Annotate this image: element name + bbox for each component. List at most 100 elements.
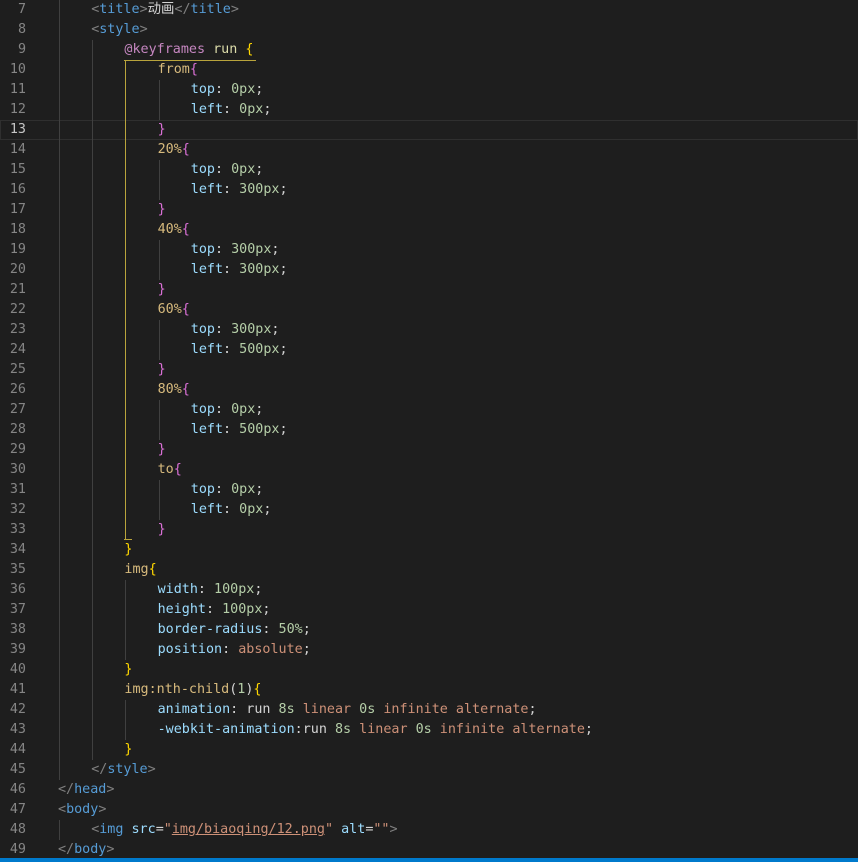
code-line[interactable]: 48 <img src="img/biaoqing/12.png" alt=""> (0, 820, 858, 840)
line-number[interactable]: 7 (0, 0, 26, 20)
code-line[interactable]: 16 left: 300px; (0, 180, 858, 200)
code-line[interactable]: 14 20%{ (0, 140, 858, 160)
code-line[interactable]: 8 <style> (0, 20, 858, 40)
code-line[interactable]: 9 @keyframes run { (0, 40, 858, 60)
line-number[interactable]: 16 (0, 180, 26, 200)
line-number[interactable]: 32 (0, 500, 26, 520)
line-number[interactable]: 49 (0, 840, 26, 858)
code-line[interactable]: 35 img{ (0, 560, 858, 580)
code-text: border-radius: 50%; (158, 620, 311, 640)
code-line[interactable]: 37 height: 100px; (0, 600, 858, 620)
code-line[interactable]: 26 80%{ (0, 380, 858, 400)
code-line[interactable]: 43 -webkit-animation:run 8s linear 0s inf… (0, 720, 858, 740)
code-line[interactable]: 22 60%{ (0, 300, 858, 320)
line-number[interactable]: 41 (0, 680, 26, 700)
code-editor[interactable]: 7 <title>动画</title> 8 <style> 9 @keyframes ru… (0, 0, 858, 858)
line-number[interactable]: 46 (0, 780, 26, 800)
code-line[interactable]: 17} (0, 200, 858, 220)
code-line[interactable]: 40} (0, 660, 858, 680)
code-line[interactable]: 49 </body> (0, 840, 858, 858)
code-token: img (99, 822, 124, 837)
code-line[interactable]: 28 left: 500px; (0, 420, 858, 440)
code-token: title (190, 2, 231, 17)
line-number[interactable]: 47 (0, 800, 26, 820)
line-number[interactable]: 48 (0, 820, 26, 840)
line-number[interactable]: 22 (0, 300, 26, 320)
code-line[interactable]: 47 <body> (0, 800, 858, 820)
code-line[interactable]: 7 <title>动画</title> (0, 0, 858, 20)
code-token: } (124, 542, 133, 557)
line-number[interactable]: 23 (0, 320, 26, 340)
line-number[interactable]: 18 (0, 220, 26, 240)
code-line[interactable]: 13} (0, 120, 858, 140)
line-number[interactable]: 33 (0, 520, 26, 540)
line-number[interactable]: 44 (0, 740, 26, 760)
line-number[interactable]: 38 (0, 620, 26, 640)
code-line[interactable]: 36 width: 100px; (0, 580, 858, 600)
line-number[interactable]: 13 (0, 120, 26, 140)
line-number[interactable]: 36 (0, 580, 26, 600)
code-line[interactable]: 21} (0, 280, 858, 300)
code-text: left: 500px; (191, 420, 288, 440)
code-line[interactable]: 42 animation: run 8s linear 0s infinite a… (0, 700, 858, 720)
code-line[interactable]: 12 left: 0px; (0, 100, 858, 120)
code-line[interactable]: 46 </head> (0, 780, 858, 800)
line-number[interactable]: 28 (0, 420, 26, 440)
line-number[interactable]: 26 (0, 380, 26, 400)
line-number[interactable]: 21 (0, 280, 26, 300)
line-number[interactable]: 8 (0, 20, 26, 40)
code-line[interactable]: 34} (0, 540, 858, 560)
code-line[interactable]: 27 top: 0px; (0, 400, 858, 420)
code-line[interactable]: 18 40%{ (0, 220, 858, 240)
line-number[interactable]: 45 (0, 760, 26, 780)
code-lines[interactable]: 7 <title>动画</title> 8 <style> 9 @keyframes ru… (0, 0, 858, 858)
status-bar[interactable] (0, 858, 858, 862)
line-number[interactable]: 11 (0, 80, 26, 100)
code-line[interactable]: 45 </style> (0, 760, 858, 780)
code-token: ; (254, 582, 263, 597)
code-line[interactable]: 29} (0, 440, 858, 460)
line-number[interactable]: 25 (0, 360, 26, 380)
line-number[interactable]: 10 (0, 60, 26, 80)
code-token: : (230, 702, 247, 717)
line-number[interactable]: 35 (0, 560, 26, 580)
indent-guide (158, 420, 160, 440)
line-number[interactable]: 12 (0, 100, 26, 120)
line-number[interactable]: 29 (0, 440, 26, 460)
line-number[interactable]: 15 (0, 160, 26, 180)
code-line[interactable]: 11 top: 0px; (0, 80, 858, 100)
code-line[interactable]: 10 from{ (0, 60, 858, 80)
code-line[interactable]: 24 left: 500px; (0, 340, 858, 360)
code-line[interactable]: 20 left: 300px; (0, 260, 858, 280)
line-number[interactable]: 9 (0, 40, 26, 60)
line-number[interactable]: 27 (0, 400, 26, 420)
line-number[interactable]: 14 (0, 140, 26, 160)
line-number[interactable]: 17 (0, 200, 26, 220)
code-line[interactable]: 39 position: absolute; (0, 640, 858, 660)
code-line[interactable]: 32 left: 0px; (0, 500, 858, 520)
code-line[interactable]: 15 top: 0px; (0, 160, 858, 180)
line-number[interactable]: 24 (0, 340, 26, 360)
line-number[interactable]: 20 (0, 260, 26, 280)
code-line[interactable]: 25} (0, 360, 858, 380)
code-token: 0px (239, 502, 264, 517)
line-number[interactable]: 37 (0, 600, 26, 620)
line-number[interactable]: 43 (0, 720, 26, 740)
line-number[interactable]: 34 (0, 540, 26, 560)
code-line[interactable]: 44} (0, 740, 858, 760)
code-line[interactable]: 41 img:nth-child(1){ (0, 680, 858, 700)
code-line[interactable]: 19 top: 300px; (0, 240, 858, 260)
line-number[interactable]: 40 (0, 660, 26, 680)
code-line[interactable]: 30 to{ (0, 460, 858, 480)
line-number[interactable]: 31 (0, 480, 26, 500)
line-number[interactable]: 39 (0, 640, 26, 660)
code-line[interactable]: 38 border-radius: 50%; (0, 620, 858, 640)
code-line[interactable]: 23 top: 300px; (0, 320, 858, 340)
code-token: ; (279, 262, 288, 277)
line-number[interactable]: 42 (0, 700, 26, 720)
code-line[interactable]: 33} (0, 520, 858, 540)
line-number[interactable]: 30 (0, 460, 26, 480)
line-number[interactable]: 19 (0, 240, 26, 260)
code-line[interactable]: 31 top: 0px; (0, 480, 858, 500)
